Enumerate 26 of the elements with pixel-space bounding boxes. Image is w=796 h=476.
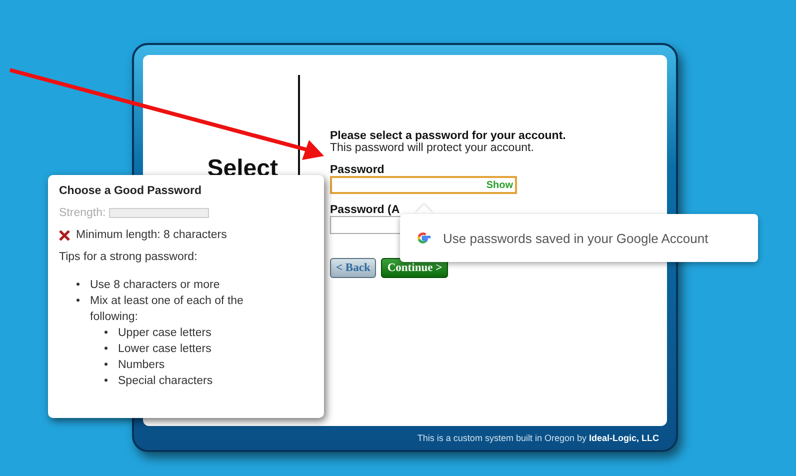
strength-label: Strength: bbox=[59, 207, 106, 219]
back-button[interactable]: < Back bbox=[330, 258, 376, 278]
footer-text: This is a custom system built in Oregon by Ideal-Logic, LLC bbox=[417, 433, 659, 444]
tips-heading: Tips for a strong password: bbox=[59, 251, 198, 263]
tip-item: Numbers bbox=[118, 358, 165, 373]
show-link[interactable]: Show bbox=[486, 180, 513, 190]
bullet-mark: • bbox=[104, 326, 110, 341]
tip-item: Use 8 characters or more bbox=[90, 278, 220, 293]
tip-item: Mix at least one of each of the following: bbox=[90, 294, 244, 325]
tip-item: Special characters bbox=[118, 374, 213, 389]
bullet-mark: • bbox=[104, 342, 110, 357]
tip-item: Upper case letters bbox=[118, 326, 212, 341]
popup-title: Choose a Good Password bbox=[59, 185, 202, 197]
form-title: Please select a password for your account. bbox=[330, 130, 567, 142]
bullet-mark: • bbox=[76, 294, 82, 309]
password-field[interactable]: Show bbox=[330, 176, 517, 194]
bullet-mark: • bbox=[104, 374, 110, 389]
google-logo-icon bbox=[415, 230, 431, 246]
tip-item: Lower case letters bbox=[118, 342, 212, 357]
bullet-mark: • bbox=[104, 358, 110, 373]
menu-item[interactable]: Use passwords saved in your Google Account bbox=[415, 230, 708, 246]
form-subtitle: This password will protect your account. bbox=[330, 142, 535, 154]
bullet-mark: • bbox=[76, 278, 82, 293]
field-label: Password (A bbox=[330, 204, 401, 216]
field-label: Password bbox=[330, 164, 386, 176]
requirement-text: Minimum length: 8 characters bbox=[76, 229, 227, 241]
